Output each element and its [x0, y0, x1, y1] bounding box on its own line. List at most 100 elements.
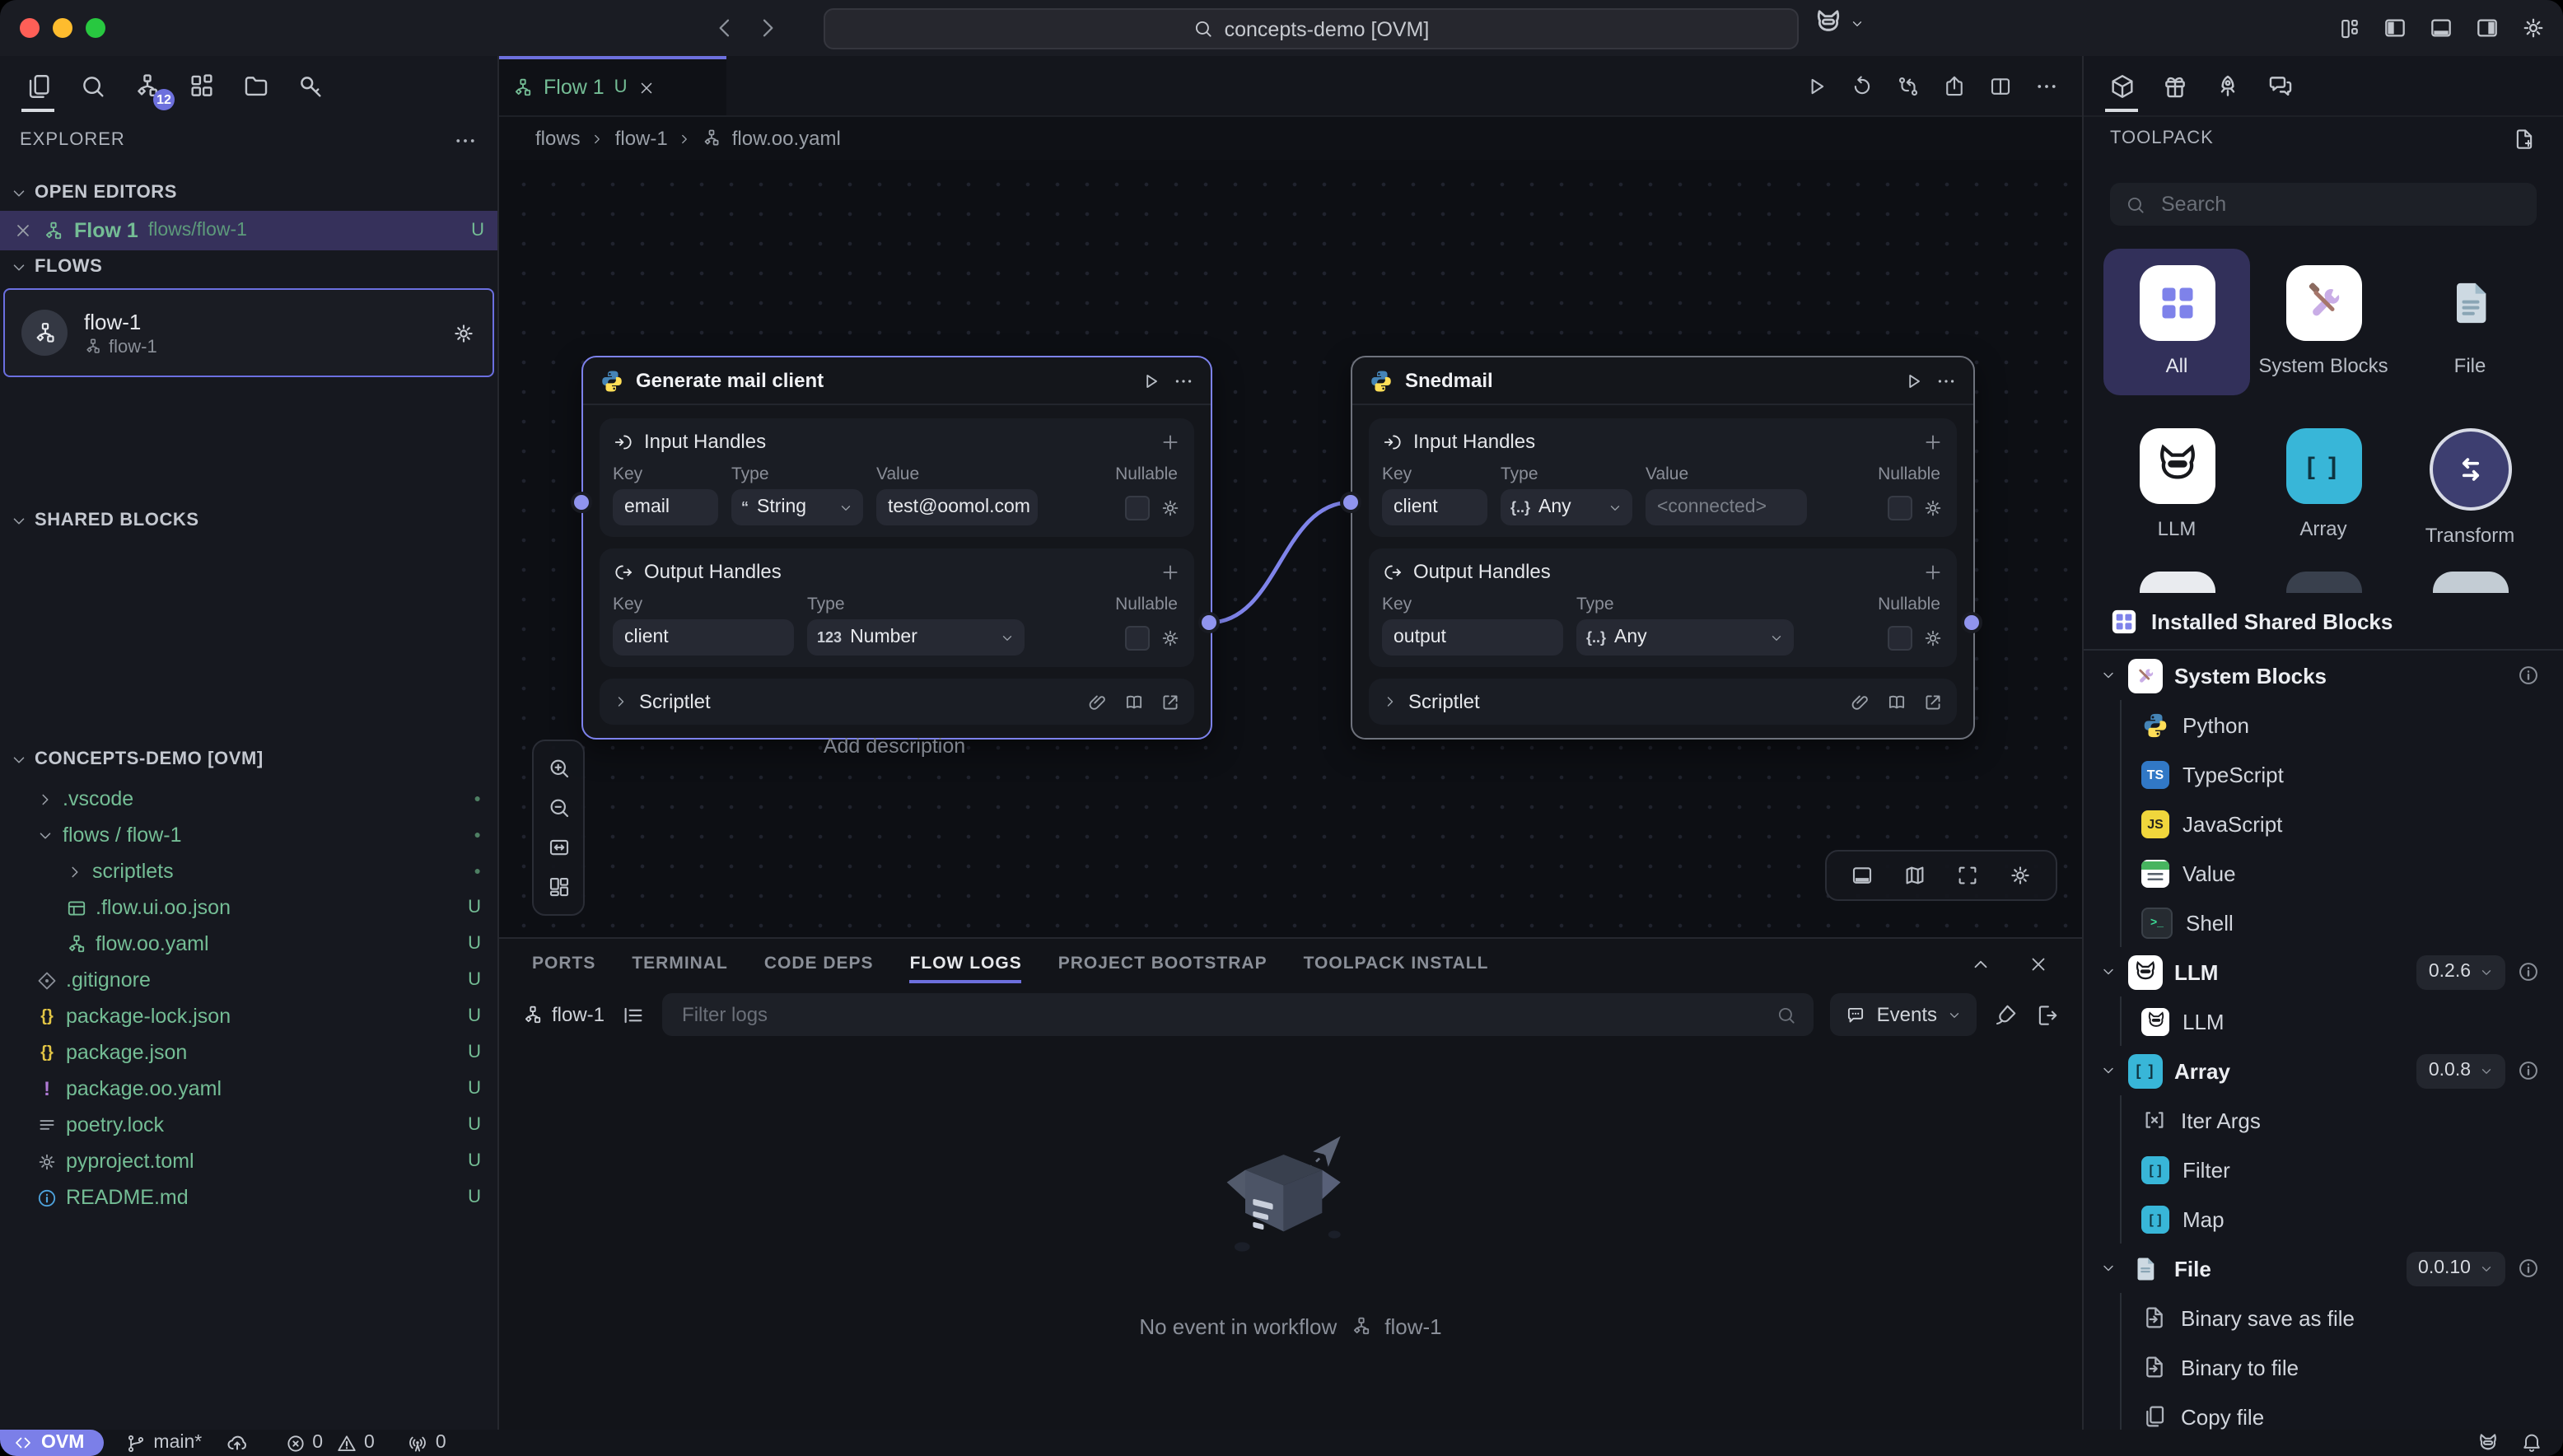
- block-javascript[interactable]: JSJavaScript: [2122, 799, 2563, 848]
- category-file[interactable]: File: [2397, 249, 2543, 395]
- explorer-files-tab[interactable]: [20, 64, 56, 107]
- ports-status[interactable]: 0: [396, 1430, 458, 1456]
- block-shell[interactable]: >_Shell: [2122, 898, 2563, 947]
- nullable-checkbox[interactable]: [1888, 495, 1912, 520]
- handle-settings-button[interactable]: [1160, 627, 1181, 648]
- handle-settings-button[interactable]: [1922, 497, 1944, 518]
- category-transform[interactable]: Transform: [2397, 412, 2543, 565]
- attach-button[interactable]: [1087, 691, 1109, 712]
- attach-button[interactable]: [1850, 691, 1871, 712]
- tab-project-bootstrap[interactable]: PROJECT BOOTSTRAP: [1058, 939, 1267, 988]
- account-menu[interactable]: [1812, 7, 1865, 40]
- minimize-window-button[interactable]: [53, 18, 72, 38]
- input-key-field[interactable]: email: [613, 489, 718, 525]
- flow-canvas[interactable]: Generate mail client Input Handles: [499, 160, 2082, 937]
- flows-tab[interactable]: 12: [128, 64, 165, 107]
- category-llm[interactable]: LLM: [2103, 412, 2250, 565]
- node-generate-mail-client[interactable]: Generate mail client Input Handles: [581, 356, 1212, 740]
- project-root-header[interactable]: CONCEPTS-DEMO [OVM]: [0, 741, 497, 777]
- settings-gear-button[interactable]: [2520, 15, 2547, 41]
- log-filter-input[interactable]: [679, 1001, 1763, 1028]
- block-map[interactable]: [ ]Map: [2122, 1194, 2563, 1244]
- close-panel-button[interactable]: [2028, 953, 2049, 974]
- add-input-button[interactable]: [1160, 431, 1181, 452]
- tree-item-flows-flow-1[interactable]: flows / flow-1●: [0, 817, 497, 853]
- tree-item-vscode[interactable]: .vscode●: [0, 781, 497, 817]
- group-array[interactable]: [ ] Array 0.0.8: [2084, 1046, 2563, 1095]
- zoom-out-button[interactable]: [546, 796, 571, 820]
- run-node-button[interactable]: [1902, 370, 1924, 391]
- tree-item-readme[interactable]: README.mdU: [0, 1179, 497, 1216]
- shared-blocks-header[interactable]: SHARED BLOCKS: [0, 502, 497, 539]
- open-editor-item[interactable]: Flow 1 flows/flow-1 U: [0, 211, 497, 250]
- tree-item-flow-ui-json[interactable]: .flow.ui.oo.jsonU: [0, 889, 497, 926]
- forward-button[interactable]: [754, 15, 781, 41]
- block-filter[interactable]: [ ]Filter: [2122, 1145, 2563, 1194]
- breadcrumb-file[interactable]: flow.oo.yaml: [732, 127, 841, 150]
- block-value[interactable]: Value: [2122, 848, 2563, 898]
- auto-layout-button[interactable]: [546, 875, 571, 899]
- maximize-panel-button[interactable]: [1970, 953, 1991, 974]
- rerun-button[interactable]: [1850, 73, 1874, 98]
- input-type-select[interactable]: {..} Any: [1501, 489, 1632, 525]
- tree-item-scriptlets[interactable]: scriptlets●: [0, 853, 497, 889]
- output-type-select[interactable]: {..} Any: [1576, 619, 1794, 656]
- export-logs-button[interactable]: [2034, 1002, 2059, 1027]
- toolpack-tab[interactable]: [2103, 64, 2140, 107]
- tree-item-package-lock[interactable]: {}package-lock.jsonU: [0, 998, 497, 1034]
- toggle-panel-button[interactable]: [1850, 863, 1874, 888]
- tab-terminal[interactable]: TERMINAL: [632, 939, 728, 988]
- output-port-client[interactable]: [1198, 612, 1220, 633]
- minimap-button[interactable]: [1902, 863, 1927, 888]
- tree-item-pyproject[interactable]: pyproject.tomlU: [0, 1143, 497, 1179]
- tree-item-flow-yaml[interactable]: flow.oo.yamlU: [0, 926, 497, 962]
- more-actions-button[interactable]: [2034, 73, 2059, 98]
- tree-item-package-oo-yaml[interactable]: !package.oo.yamlU: [0, 1071, 497, 1107]
- input-port-client[interactable]: [1340, 492, 1361, 513]
- blocks-tab[interactable]: [183, 64, 219, 107]
- problems-status[interactable]: 0 0: [273, 1430, 386, 1456]
- run-flow-button[interactable]: [1804, 73, 1828, 98]
- open-editors-header[interactable]: OPEN EDITORS: [0, 175, 497, 211]
- input-key-field[interactable]: client: [1382, 489, 1487, 525]
- version-select[interactable]: 0.2.6: [2417, 954, 2505, 989]
- export-button[interactable]: [1942, 73, 1967, 98]
- version-select[interactable]: 0.0.8: [2417, 1053, 2505, 1088]
- nullable-checkbox[interactable]: [1888, 625, 1912, 650]
- output-type-select[interactable]: 123 Number: [807, 619, 1025, 656]
- block-iter-args[interactable]: Iter Args: [2122, 1095, 2563, 1145]
- log-flow-chip[interactable]: flow-1: [522, 1003, 605, 1026]
- fit-view-button[interactable]: [546, 835, 571, 860]
- tab-close-button[interactable]: [637, 78, 656, 96]
- split-editor-button[interactable]: [1988, 73, 2013, 98]
- deploy-tab[interactable]: [2209, 64, 2245, 107]
- category-array[interactable]: [ ] Array: [2250, 412, 2397, 565]
- tab-flow-logs[interactable]: FLOW LOGS: [910, 939, 1022, 988]
- assistant-button[interactable]: [2476, 1430, 2500, 1455]
- folder-tab[interactable]: [237, 64, 273, 107]
- input-value-field[interactable]: <connected>: [1646, 489, 1807, 525]
- group-llm[interactable]: LLM 0.2.6: [2084, 947, 2563, 996]
- handle-settings-button[interactable]: [1922, 627, 1944, 648]
- open-external-button[interactable]: [1160, 691, 1181, 712]
- output-key-field[interactable]: client: [613, 619, 794, 656]
- version-select[interactable]: 0.0.10: [2407, 1251, 2505, 1286]
- toolpack-search[interactable]: [2110, 183, 2537, 226]
- input-value-field[interactable]: test@oomol.com: [876, 489, 1038, 525]
- customize-layout-button[interactable]: [2337, 16, 2362, 40]
- workspace-search-bar[interactable]: concepts-demo [OVM]: [824, 8, 1799, 49]
- close-window-button[interactable]: [20, 18, 40, 38]
- info-icon-button[interactable]: [2517, 664, 2540, 687]
- tree-item-poetry-lock[interactable]: poetry.lockU: [0, 1107, 497, 1143]
- log-filter[interactable]: [662, 993, 1814, 1036]
- search-tab[interactable]: [74, 64, 110, 107]
- block-typescript[interactable]: TSTypeScript: [2122, 749, 2563, 799]
- nullable-checkbox[interactable]: [1125, 625, 1150, 650]
- log-outline-button[interactable]: [621, 1002, 646, 1027]
- breadcrumb-flow-1[interactable]: flow-1: [615, 127, 668, 150]
- clear-logs-button[interactable]: [1993, 1002, 2018, 1027]
- output-port-output[interactable]: [1961, 612, 1982, 633]
- category-system-blocks[interactable]: System Blocks: [2250, 249, 2397, 395]
- new-toolpack-button[interactable]: [2512, 126, 2537, 151]
- info-icon-button[interactable]: [2517, 1257, 2540, 1280]
